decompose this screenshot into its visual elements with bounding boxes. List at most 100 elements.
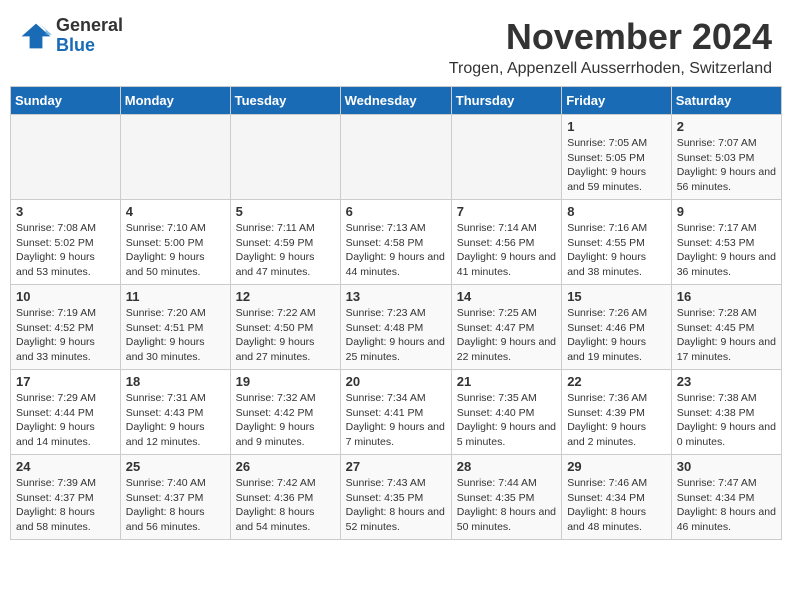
day-number: 7 xyxy=(457,204,556,219)
calendar-cell: 21Sunrise: 7:35 AM Sunset: 4:40 PM Dayli… xyxy=(451,370,561,455)
calendar-wrapper: SundayMondayTuesdayWednesdayThursdayFrid… xyxy=(0,86,792,550)
calendar-cell: 9 Sunrise: 7:17 AM Sunset: 4:53 PM Daylig… xyxy=(671,200,781,285)
day-info: Sunrise: 7:10 AM Sunset: 5:00 PM Dayligh… xyxy=(126,221,225,280)
day-number: 1 xyxy=(567,119,666,134)
calendar-week-row-1: 1 Sunrise: 7:05 AM Sunset: 5:05 PM Daylig… xyxy=(11,115,782,200)
day-info: Sunrise: 7:36 AM Sunset: 4:39 PM Dayligh… xyxy=(567,391,666,450)
location: Trogen, Appenzell Ausserrhoden, Switzerl… xyxy=(449,60,772,78)
day-info: Sunrise: 7:44 AM Sunset: 4:35 PM Dayligh… xyxy=(457,476,556,535)
day-info: Sunrise: 7:07 AM Sunset: 5:03 PM Dayligh… xyxy=(677,136,776,195)
day-info: Sunrise: 7:16 AM Sunset: 4:55 PM Dayligh… xyxy=(567,221,666,280)
logo-blue-text: Blue xyxy=(56,36,123,56)
day-info: Sunrise: 7:25 AM Sunset: 4:47 PM Dayligh… xyxy=(457,306,556,365)
day-number: 15 xyxy=(567,289,666,304)
calendar-cell: 13Sunrise: 7:23 AM Sunset: 4:48 PM Dayli… xyxy=(340,285,451,370)
day-info: Sunrise: 7:32 AM Sunset: 4:42 PM Dayligh… xyxy=(236,391,335,450)
day-info: Sunrise: 7:38 AM Sunset: 4:38 PM Dayligh… xyxy=(677,391,776,450)
day-number: 27 xyxy=(346,459,446,474)
calendar-cell: 1 Sunrise: 7:05 AM Sunset: 5:05 PM Daylig… xyxy=(562,115,672,200)
day-info: Sunrise: 7:34 AM Sunset: 4:41 PM Dayligh… xyxy=(346,391,446,450)
calendar-cell: 4 Sunrise: 7:10 AM Sunset: 5:00 PM Daylig… xyxy=(120,200,230,285)
calendar-week-row-5: 24 Sunrise: 7:39 AM Sunset: 4:37 PM Dayli… xyxy=(11,455,782,540)
calendar-cell: 10 Sunrise: 7:19 AM Sunset: 4:52 PM Dayli… xyxy=(11,285,121,370)
calendar-header-sunday: Sunday xyxy=(11,87,121,115)
calendar-cell: 23 Sunrise: 7:38 AM Sunset: 4:38 PM Dayli… xyxy=(671,370,781,455)
calendar-cell: 28 Sunrise: 7:44 AM Sunset: 4:35 PM Dayli… xyxy=(451,455,561,540)
day-info: Sunrise: 7:14 AM Sunset: 4:56 PM Dayligh… xyxy=(457,221,556,280)
calendar-week-row-4: 17Sunrise: 7:29 AM Sunset: 4:44 PM Dayli… xyxy=(11,370,782,455)
calendar-cell: 2 Sunrise: 7:07 AM Sunset: 5:03 PM Daylig… xyxy=(671,115,781,200)
calendar-cell: 22 Sunrise: 7:36 AM Sunset: 4:39 PM Dayli… xyxy=(562,370,672,455)
calendar-cell: 19 Sunrise: 7:32 AM Sunset: 4:42 PM Dayli… xyxy=(230,370,340,455)
day-number: 8 xyxy=(567,204,666,219)
calendar-cell: 17Sunrise: 7:29 AM Sunset: 4:44 PM Dayli… xyxy=(11,370,121,455)
day-number: 22 xyxy=(567,374,666,389)
day-info: Sunrise: 7:11 AM Sunset: 4:59 PM Dayligh… xyxy=(236,221,335,280)
calendar-cell: 6 Sunrise: 7:13 AM Sunset: 4:58 PM Daylig… xyxy=(340,200,451,285)
calendar-header-monday: Monday xyxy=(120,87,230,115)
day-info: Sunrise: 7:08 AM Sunset: 5:02 PM Dayligh… xyxy=(16,221,115,280)
day-info: Sunrise: 7:47 AM Sunset: 4:34 PM Dayligh… xyxy=(677,476,776,535)
calendar-table: SundayMondayTuesdayWednesdayThursdayFrid… xyxy=(10,86,782,540)
day-info: Sunrise: 7:17 AM Sunset: 4:53 PM Dayligh… xyxy=(677,221,776,280)
day-number: 20 xyxy=(346,374,446,389)
calendar-cell: 14 Sunrise: 7:25 AM Sunset: 4:47 PM Dayli… xyxy=(451,285,561,370)
day-info: Sunrise: 7:31 AM Sunset: 4:43 PM Dayligh… xyxy=(126,391,225,450)
calendar-cell xyxy=(230,115,340,200)
calendar-cell: 27 Sunrise: 7:43 AM Sunset: 4:35 PM Dayli… xyxy=(340,455,451,540)
day-number: 2 xyxy=(677,119,776,134)
calendar-header-saturday: Saturday xyxy=(671,87,781,115)
calendar-cell: 7 Sunrise: 7:14 AM Sunset: 4:56 PM Daylig… xyxy=(451,200,561,285)
calendar-cell: 16Sunrise: 7:28 AM Sunset: 4:45 PM Dayli… xyxy=(671,285,781,370)
day-number: 11 xyxy=(126,289,225,304)
day-info: Sunrise: 7:26 AM Sunset: 4:46 PM Dayligh… xyxy=(567,306,666,365)
calendar-cell: 3 Sunrise: 7:08 AM Sunset: 5:02 PM Daylig… xyxy=(11,200,121,285)
title-block: November 2024 Trogen, Appenzell Ausserrh… xyxy=(449,16,772,78)
month-title: November 2024 xyxy=(449,16,772,58)
day-number: 10 xyxy=(16,289,115,304)
day-number: 30 xyxy=(677,459,776,474)
calendar-week-row-3: 10 Sunrise: 7:19 AM Sunset: 4:52 PM Dayli… xyxy=(11,285,782,370)
day-number: 4 xyxy=(126,204,225,219)
day-number: 18 xyxy=(126,374,225,389)
day-info: Sunrise: 7:13 AM Sunset: 4:58 PM Dayligh… xyxy=(346,221,446,280)
calendar-cell: 30 Sunrise: 7:47 AM Sunset: 4:34 PM Dayli… xyxy=(671,455,781,540)
calendar-cell: 8 Sunrise: 7:16 AM Sunset: 4:55 PM Daylig… xyxy=(562,200,672,285)
logo-icon xyxy=(20,22,52,50)
page-header: General Blue November 2024 Trogen, Appen… xyxy=(0,0,792,86)
day-number: 12 xyxy=(236,289,335,304)
day-number: 14 xyxy=(457,289,556,304)
day-number: 9 xyxy=(677,204,776,219)
day-number: 17 xyxy=(16,374,115,389)
day-number: 3 xyxy=(16,204,115,219)
calendar-cell xyxy=(11,115,121,200)
day-info: Sunrise: 7:19 AM Sunset: 4:52 PM Dayligh… xyxy=(16,306,115,365)
calendar-header-row: SundayMondayTuesdayWednesdayThursdayFrid… xyxy=(11,87,782,115)
day-info: Sunrise: 7:20 AM Sunset: 4:51 PM Dayligh… xyxy=(126,306,225,365)
day-info: Sunrise: 7:05 AM Sunset: 5:05 PM Dayligh… xyxy=(567,136,666,195)
calendar-cell: 25Sunrise: 7:40 AM Sunset: 4:37 PM Dayli… xyxy=(120,455,230,540)
calendar-header-tuesday: Tuesday xyxy=(230,87,340,115)
logo-general-text: General xyxy=(56,16,123,36)
calendar-cell xyxy=(340,115,451,200)
day-info: Sunrise: 7:22 AM Sunset: 4:50 PM Dayligh… xyxy=(236,306,335,365)
day-info: Sunrise: 7:23 AM Sunset: 4:48 PM Dayligh… xyxy=(346,306,446,365)
day-info: Sunrise: 7:46 AM Sunset: 4:34 PM Dayligh… xyxy=(567,476,666,535)
calendar-cell: 11 Sunrise: 7:20 AM Sunset: 4:51 PM Dayli… xyxy=(120,285,230,370)
day-number: 23 xyxy=(677,374,776,389)
day-number: 19 xyxy=(236,374,335,389)
calendar-cell: 29Sunrise: 7:46 AM Sunset: 4:34 PM Dayli… xyxy=(562,455,672,540)
day-info: Sunrise: 7:28 AM Sunset: 4:45 PM Dayligh… xyxy=(677,306,776,365)
day-number: 28 xyxy=(457,459,556,474)
calendar-header-friday: Friday xyxy=(562,87,672,115)
day-info: Sunrise: 7:43 AM Sunset: 4:35 PM Dayligh… xyxy=(346,476,446,535)
calendar-cell: 5Sunrise: 7:11 AM Sunset: 4:59 PM Daylig… xyxy=(230,200,340,285)
calendar-cell: 20 Sunrise: 7:34 AM Sunset: 4:41 PM Dayli… xyxy=(340,370,451,455)
day-number: 25 xyxy=(126,459,225,474)
calendar-week-row-2: 3 Sunrise: 7:08 AM Sunset: 5:02 PM Daylig… xyxy=(11,200,782,285)
day-info: Sunrise: 7:39 AM Sunset: 4:37 PM Dayligh… xyxy=(16,476,115,535)
day-number: 24 xyxy=(16,459,115,474)
calendar-cell: 15 Sunrise: 7:26 AM Sunset: 4:46 PM Dayli… xyxy=(562,285,672,370)
day-number: 6 xyxy=(346,204,446,219)
day-number: 21 xyxy=(457,374,556,389)
